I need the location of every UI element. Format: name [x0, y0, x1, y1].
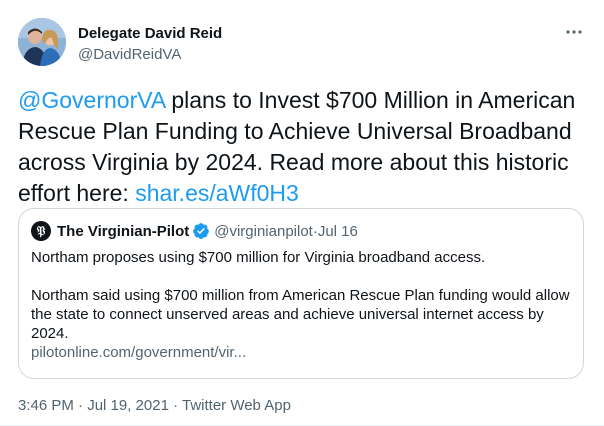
mention-link[interactable]: @GovernorVA — [18, 87, 165, 113]
tweet-timestamp[interactable]: 3:46 PM · Jul 19, 2021 · Twitter Web App — [18, 397, 291, 414]
author-names: Delegate David Reid @DavidReidVA — [78, 24, 222, 64]
tweet: Delegate David Reid @DavidReidVA @Govern… — [0, 0, 604, 426]
quoted-author-handle: @virginianpilot — [214, 222, 313, 240]
tweet-header: Delegate David Reid @DavidReidVA — [18, 18, 586, 70]
quoted-summary: Northam said using $700 million from Ame… — [31, 287, 570, 342]
author-display-name[interactable]: Delegate David Reid — [78, 24, 222, 43]
tweet-url-link[interactable]: shar.es/aWf0H3 — [135, 180, 299, 206]
quoted-tweet-text: Northam proposes using $700 million for … — [31, 248, 571, 362]
quoted-author-name: The Virginian-Pilot — [57, 222, 190, 240]
more-horizontal-icon[interactable] — [564, 22, 584, 42]
author-handle[interactable]: @DavidReidVA — [78, 45, 222, 64]
tweet-text: @GovernorVA plans to Invest $700 Million… — [18, 85, 588, 209]
quoted-tweet-card[interactable]: 𝔓 The Virginian-Pilot @virginianpilot · … — [18, 208, 584, 379]
verified-badge-icon — [193, 223, 210, 239]
quoted-tweet-header: 𝔓 The Virginian-Pilot @virginianpilot · … — [31, 221, 571, 241]
quoted-headline: Northam proposes using $700 million for … — [31, 249, 486, 266]
virginian-pilot-logo: 𝔓 — [31, 221, 51, 241]
quoted-tweet-date: Jul 16 — [317, 222, 358, 240]
avatar[interactable] — [18, 18, 66, 66]
quoted-url: pilotonline.com/government/vir... — [31, 344, 247, 361]
